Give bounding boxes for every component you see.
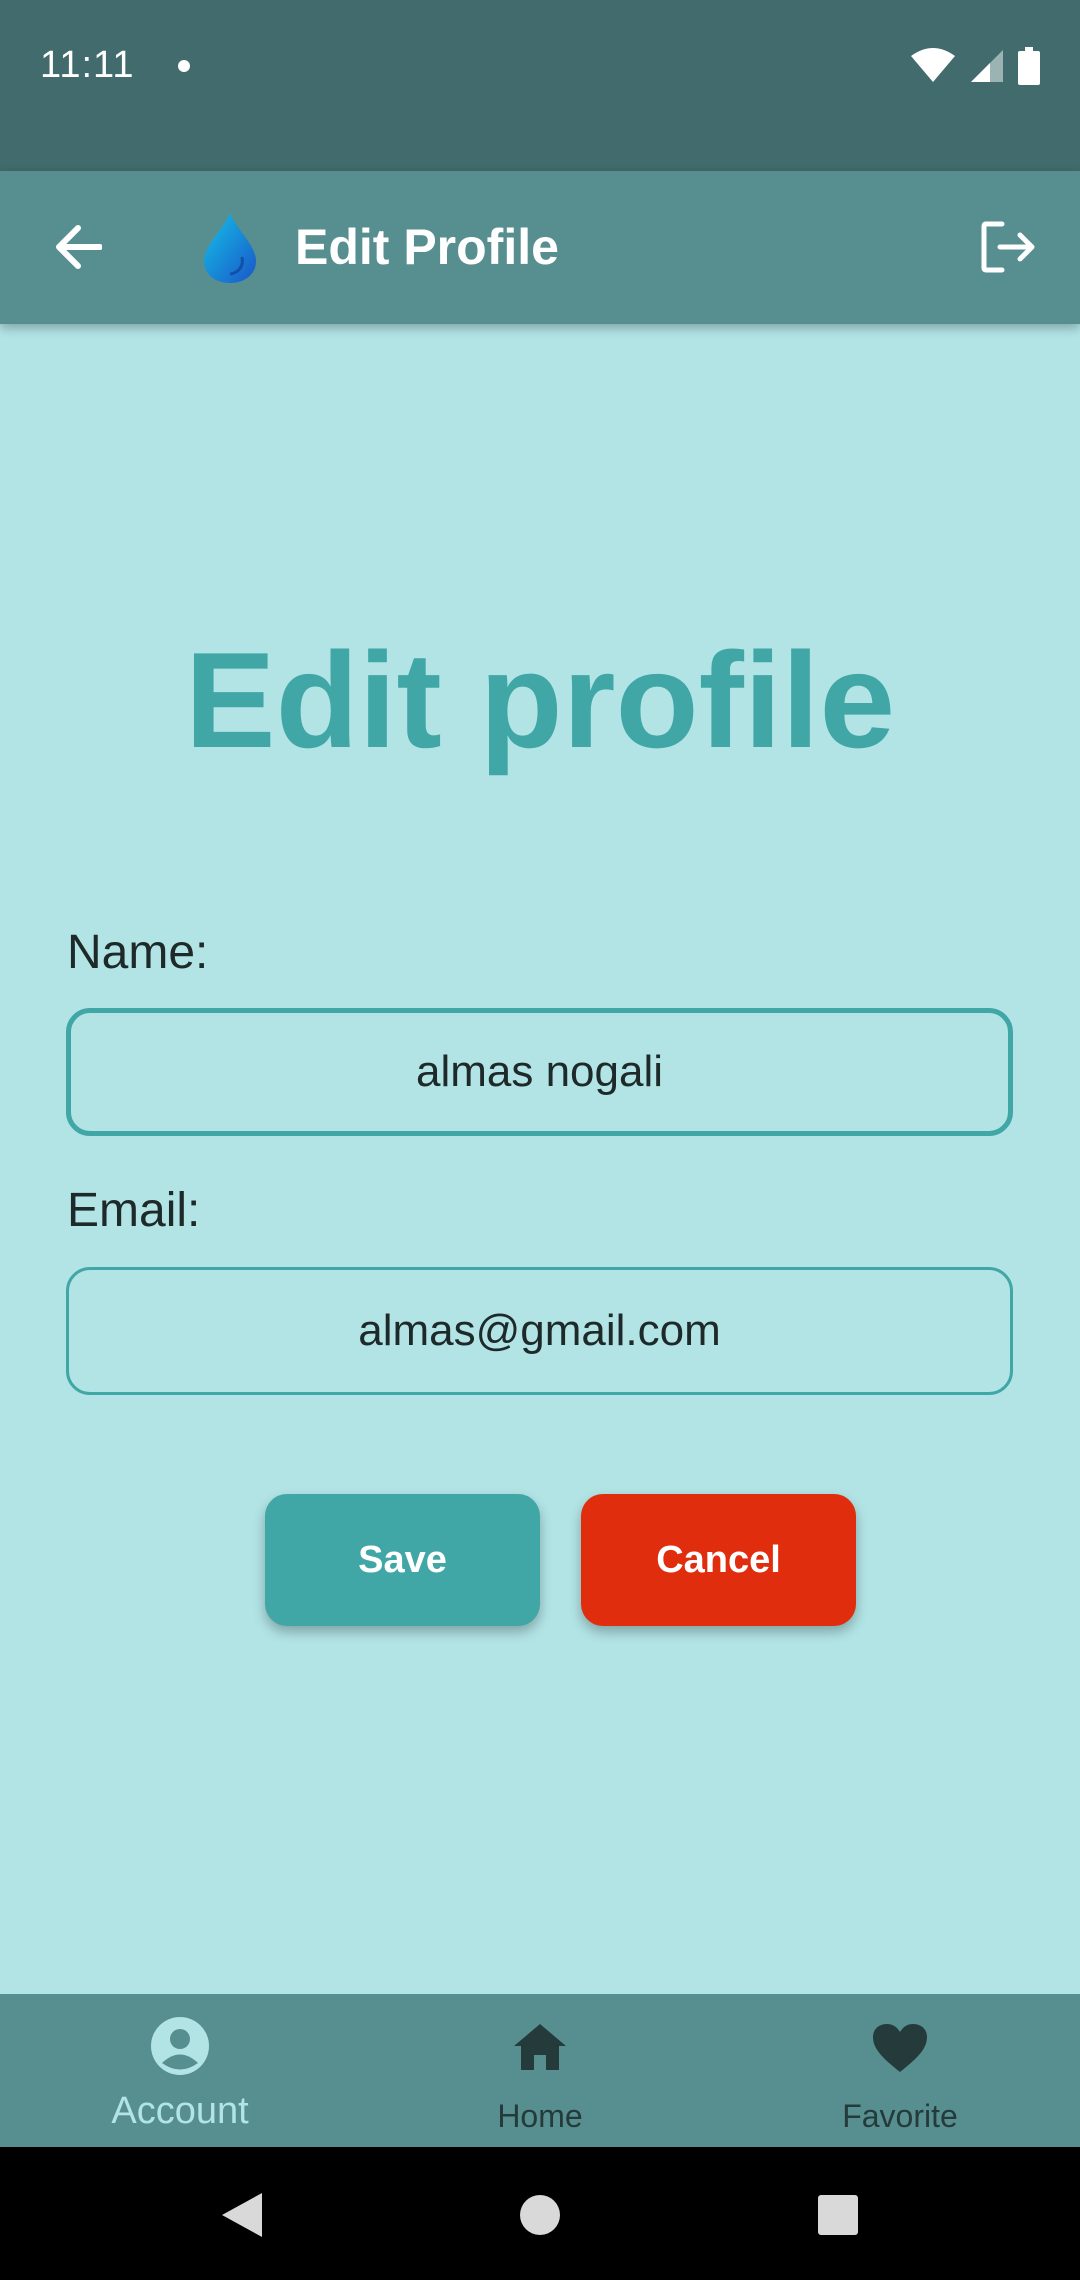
save-button[interactable]: Save [265, 1494, 540, 1626]
battery-icon [1018, 47, 1040, 85]
square-recents-icon [818, 2195, 858, 2235]
triangle-back-icon [222, 2193, 262, 2237]
notification-dot-icon [178, 60, 190, 72]
circle-home-icon [520, 2195, 560, 2235]
heart-icon [873, 2024, 927, 2072]
name-label: Name: [67, 926, 209, 979]
email-input[interactable] [66, 1267, 1013, 1395]
system-navigation-bar [0, 2147, 1080, 2280]
nav-item-account[interactable]: Account [0, 1994, 360, 2147]
system-recents-button[interactable] [806, 2183, 870, 2247]
name-input[interactable] [66, 1008, 1013, 1136]
water-drop-icon [204, 213, 256, 283]
nav-label-home: Home [497, 2098, 583, 2134]
logout-icon [981, 221, 1035, 273]
nav-item-home[interactable]: Home [360, 1994, 720, 2147]
logout-button[interactable] [966, 205, 1050, 289]
status-bar: 11:11 [0, 0, 1080, 171]
nav-label-favorite: Favorite [842, 2098, 958, 2134]
wifi-icon [911, 48, 955, 82]
back-button[interactable] [40, 205, 116, 289]
cancel-button[interactable]: Cancel [581, 1494, 856, 1626]
system-home-button[interactable] [508, 2183, 572, 2247]
nav-label-account: Account [111, 2090, 249, 2132]
app-bar: Edit Profile [0, 171, 1080, 324]
account-circle-icon [151, 2017, 209, 2075]
home-icon [514, 2024, 566, 2070]
status-time: 11:11 [40, 44, 135, 86]
status-icons [910, 46, 1040, 86]
cellular-signal-icon [971, 50, 1003, 82]
email-label: Email: [67, 1184, 201, 1237]
nav-item-favorite[interactable]: Favorite [720, 1994, 1080, 2147]
app-bar-title: Edit Profile [295, 219, 559, 275]
page-heading: Edit profile [184, 624, 896, 776]
bottom-navigation: Account Home Favorite [0, 1994, 1080, 2147]
system-back-button[interactable] [210, 2183, 274, 2247]
arrow-back-icon [56, 225, 102, 269]
